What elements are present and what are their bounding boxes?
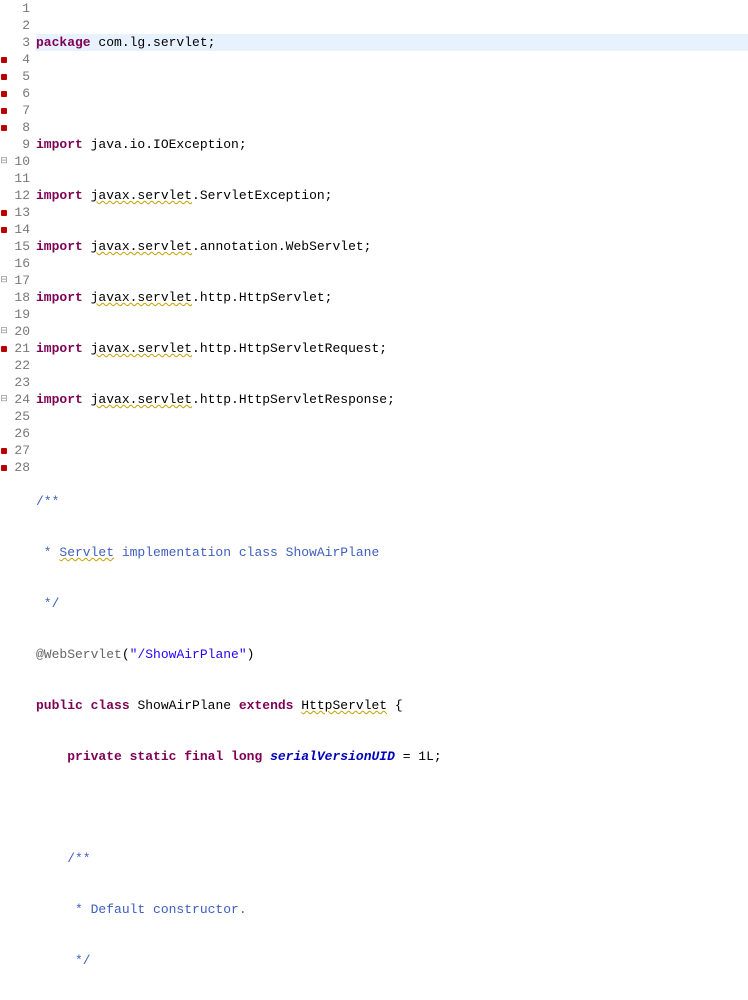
line-number: 23 <box>8 374 30 391</box>
error-marker[interactable] <box>1 57 7 63</box>
line-number: 11 <box>8 170 30 187</box>
line-number: 14 <box>8 221 30 238</box>
code-line[interactable]: import javax.servlet.http.HttpServlet; <box>36 289 748 306</box>
code-line[interactable]: import javax.servlet.http.HttpServletReq… <box>36 340 748 357</box>
code-line[interactable]: package com.lg.servlet; <box>36 34 748 51</box>
line-number: 5 <box>8 68 30 85</box>
error-marker[interactable] <box>1 125 7 131</box>
error-marker[interactable] <box>1 108 7 114</box>
code-line[interactable]: import java.io.IOException; <box>36 136 748 153</box>
line-number: 9 <box>8 136 30 153</box>
line-number: 16 <box>8 255 30 272</box>
code-line[interactable]: */ <box>36 595 748 612</box>
line-number: 24 <box>8 391 30 408</box>
line-number: 2 <box>8 17 30 34</box>
line-number: 15 <box>8 238 30 255</box>
code-line[interactable]: private static final long serialVersionU… <box>36 748 748 765</box>
line-number: 26 <box>8 425 30 442</box>
line-number: 25 <box>8 408 30 425</box>
code-line[interactable]: import javax.servlet.annotation.WebServl… <box>36 238 748 255</box>
line-number: 7 <box>8 102 30 119</box>
error-marker[interactable] <box>1 448 7 454</box>
line-number: 28 <box>8 459 30 476</box>
error-marker[interactable] <box>1 91 7 97</box>
line-number: 4 <box>8 51 30 68</box>
line-number: 17 <box>8 272 30 289</box>
line-number: 8 <box>8 119 30 136</box>
line-number: 18 <box>8 289 30 306</box>
line-number: 3 <box>8 34 30 51</box>
fold-icon[interactable]: ⊟ <box>0 323 8 340</box>
line-number: 13 <box>8 204 30 221</box>
code-line[interactable]: @WebServlet("/ShowAirPlane") <box>36 646 748 663</box>
code-line[interactable]: * Servlet implementation class ShowAirPl… <box>36 544 748 561</box>
line-number: 21 <box>8 340 30 357</box>
error-marker[interactable] <box>1 227 7 233</box>
line-number: 10 <box>8 153 30 170</box>
code-editor[interactable]: ⊟ ⊟ ⊟ ⊟ 1 2 3 4 5 6 7 8 9 10 11 12 13 14… <box>0 0 748 500</box>
line-number: 12 <box>8 187 30 204</box>
code-line[interactable] <box>36 799 748 816</box>
error-marker[interactable] <box>1 465 7 471</box>
line-number: 6 <box>8 85 30 102</box>
fold-icon[interactable]: ⊟ <box>0 272 8 289</box>
code-line[interactable]: /** <box>36 850 748 867</box>
line-number: 1 <box>8 0 30 17</box>
code-line[interactable]: public class ShowAirPlane extends HttpSe… <box>36 697 748 714</box>
line-number-gutter: 1 2 3 4 5 6 7 8 9 10 11 12 13 14 15 16 1… <box>8 0 32 500</box>
line-number: 20 <box>8 323 30 340</box>
code-line[interactable]: /** <box>36 493 748 510</box>
code-line[interactable]: */ <box>36 952 748 969</box>
line-number: 22 <box>8 357 30 374</box>
error-marker[interactable] <box>1 346 7 352</box>
code-line[interactable] <box>36 442 748 459</box>
fold-icon[interactable]: ⊟ <box>0 391 8 408</box>
line-number: 19 <box>8 306 30 323</box>
code-line[interactable]: * Default constructor. <box>36 901 748 918</box>
error-marker[interactable] <box>1 210 7 216</box>
line-number: 27 <box>8 442 30 459</box>
code-line[interactable] <box>36 85 748 102</box>
code-line[interactable]: import javax.servlet.ServletException; <box>36 187 748 204</box>
marker-bar: ⊟ ⊟ ⊟ ⊟ <box>0 0 8 500</box>
fold-icon[interactable]: ⊟ <box>0 153 8 170</box>
code-area[interactable]: package com.lg.servlet; import java.io.I… <box>32 0 748 500</box>
code-line[interactable]: import javax.servlet.http.HttpServletRes… <box>36 391 748 408</box>
error-marker[interactable] <box>1 74 7 80</box>
